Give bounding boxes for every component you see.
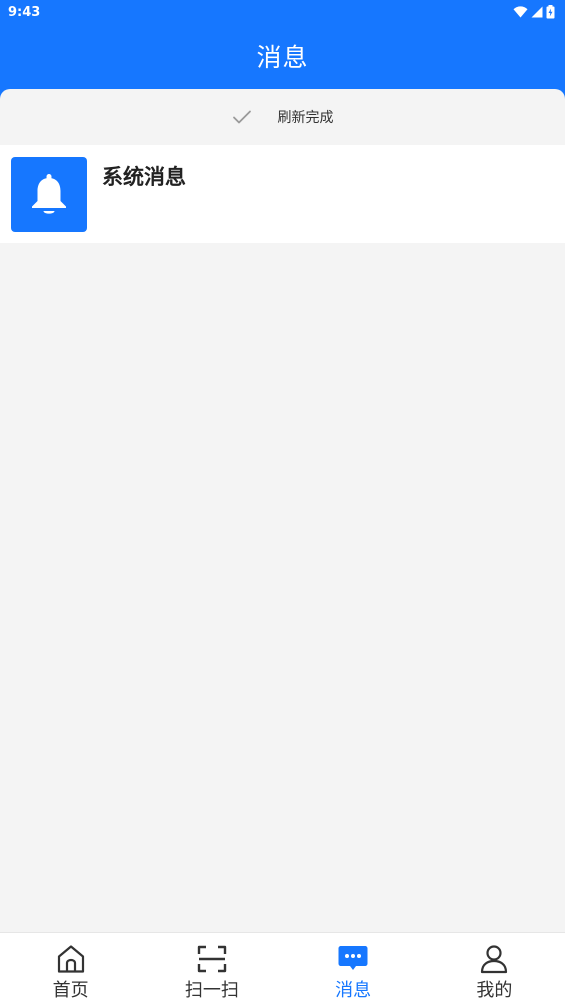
status-time: 9:43 [8,4,41,20]
nav-item-scan[interactable]: 扫一扫 [141,933,282,1004]
nav-item-message[interactable]: 消息 [283,933,424,1004]
message-title: 系统消息 [102,165,186,189]
signal-icon [531,6,543,18]
scan-icon [196,943,228,975]
battery-icon [546,5,555,19]
status-icons [513,5,555,19]
message-icon-box [11,157,87,232]
message-icon [337,943,369,975]
status-bar: 9:43 [0,0,565,24]
check-icon [232,110,251,124]
nav-label-home: 首页 [52,980,89,1001]
nav-label-profile: 我的 [476,980,513,1001]
refresh-text: 刷新完成 [277,110,334,126]
message-content[interactable]: 刷新完成 系统消息 [0,89,565,932]
home-icon [55,943,87,975]
bottom-navigation: 首页 扫一扫 消息 我的 [0,932,565,1004]
bell-icon [32,173,66,214]
refresh-status: 刷新完成 [0,89,565,145]
wifi-icon [513,6,528,18]
nav-item-home[interactable]: 首页 [0,933,141,1004]
nav-label-message: 消息 [335,980,372,1001]
message-item-system[interactable]: 系统消息 [0,145,565,243]
app-screen: 9:43 消息 刷新完成 系统消息 首页 扫一扫 消息 我的 [0,0,565,1004]
nav-item-profile[interactable]: 我的 [424,933,565,1004]
nav-label-scan: 扫一扫 [184,980,239,1001]
user-icon [478,943,510,975]
